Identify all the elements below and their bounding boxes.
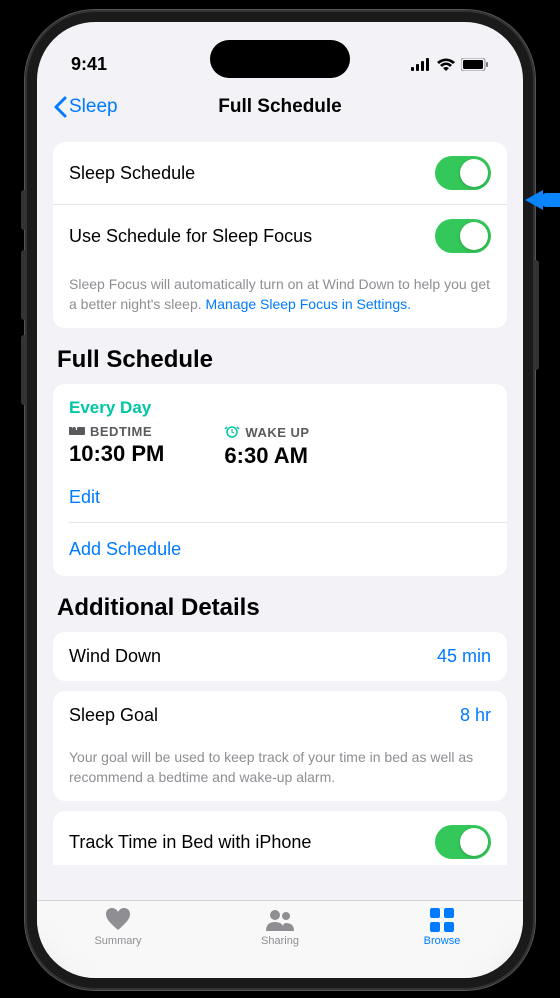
alarm-icon — [224, 424, 240, 441]
manage-focus-link[interactable]: Manage Sleep Focus in Settings. — [206, 296, 411, 312]
sleep-goal-label: Sleep Goal — [69, 705, 158, 726]
additional-details-heading: Additional Details — [57, 594, 503, 622]
wakeup-value: 6:30 AM — [224, 443, 309, 469]
bedtime-column: BEDTIME 10:30 PM — [69, 424, 164, 469]
cellular-icon — [411, 58, 431, 71]
sleep-schedule-row: Sleep Schedule — [53, 142, 507, 204]
phone-frame: 9:41 Sleep Full Schedule — [25, 10, 535, 990]
volume-down-button — [21, 335, 27, 405]
sleep-schedule-toggle[interactable] — [435, 156, 491, 190]
every-day-schedule[interactable]: Every Day BEDTIME 10:30 PM — [53, 384, 507, 522]
wifi-icon — [437, 58, 455, 71]
wind-down-label: Wind Down — [69, 646, 161, 667]
toggles-card: Sleep Schedule Use Schedule for Sleep Fo… — [53, 142, 507, 328]
edit-schedule-button[interactable]: Edit — [69, 487, 491, 508]
back-button[interactable]: Sleep — [53, 96, 118, 118]
volume-up-button — [21, 250, 27, 320]
chevron-left-icon — [53, 96, 67, 118]
power-button — [533, 260, 539, 370]
grid-icon — [427, 907, 457, 933]
wind-down-card[interactable]: Wind Down 45 min — [53, 632, 507, 681]
tab-bar: Summary Sharing Browse — [37, 900, 523, 978]
sleep-schedule-label: Sleep Schedule — [69, 163, 195, 184]
tab-summary[interactable]: Summary — [73, 907, 163, 947]
back-label: Sleep — [69, 96, 118, 118]
track-time-row: Track Time in Bed with iPhone — [53, 811, 507, 865]
sleep-goal-value: 8 hr — [460, 705, 491, 726]
focus-footer-text: Sleep Focus will automatically turn on a… — [53, 267, 507, 328]
dynamic-island — [210, 40, 350, 78]
sleep-goal-card: Sleep Goal 8 hr Your goal will be used t… — [53, 691, 507, 801]
page-title: Full Schedule — [218, 96, 342, 118]
schedule-days-label: Every Day — [69, 398, 491, 418]
goal-footer-text: Your goal will be used to keep track of … — [53, 740, 507, 801]
tab-browse[interactable]: Browse — [397, 907, 487, 947]
tab-sharing[interactable]: Sharing — [235, 907, 325, 947]
track-time-toggle[interactable] — [435, 825, 491, 859]
sleep-focus-row: Use Schedule for Sleep Focus — [53, 204, 507, 267]
bed-icon — [69, 424, 85, 439]
wakeup-column: WAKE UP 6:30 AM — [224, 424, 309, 469]
sleep-goal-row[interactable]: Sleep Goal 8 hr — [53, 691, 507, 740]
screen: 9:41 Sleep Full Schedule — [37, 22, 523, 978]
callout-arrow-icon — [525, 180, 560, 225]
track-time-label: Track Time in Bed with iPhone — [69, 832, 311, 853]
people-icon — [265, 907, 295, 933]
add-schedule-button[interactable]: Add Schedule — [69, 523, 507, 576]
sleep-focus-label: Use Schedule for Sleep Focus — [69, 226, 312, 247]
battery-icon — [461, 58, 489, 71]
full-schedule-heading: Full Schedule — [57, 346, 503, 374]
wind-down-value: 45 min — [437, 646, 491, 667]
schedule-card: Every Day BEDTIME 10:30 PM — [53, 384, 507, 576]
content-scroll[interactable]: Sleep Schedule Use Schedule for Sleep Fo… — [37, 132, 523, 900]
sleep-focus-toggle[interactable] — [435, 219, 491, 253]
heart-icon — [103, 907, 133, 933]
side-button — [21, 190, 27, 230]
bedtime-value: 10:30 PM — [69, 441, 164, 467]
status-time: 9:41 — [71, 54, 107, 75]
navigation-bar: Sleep Full Schedule — [37, 82, 523, 132]
